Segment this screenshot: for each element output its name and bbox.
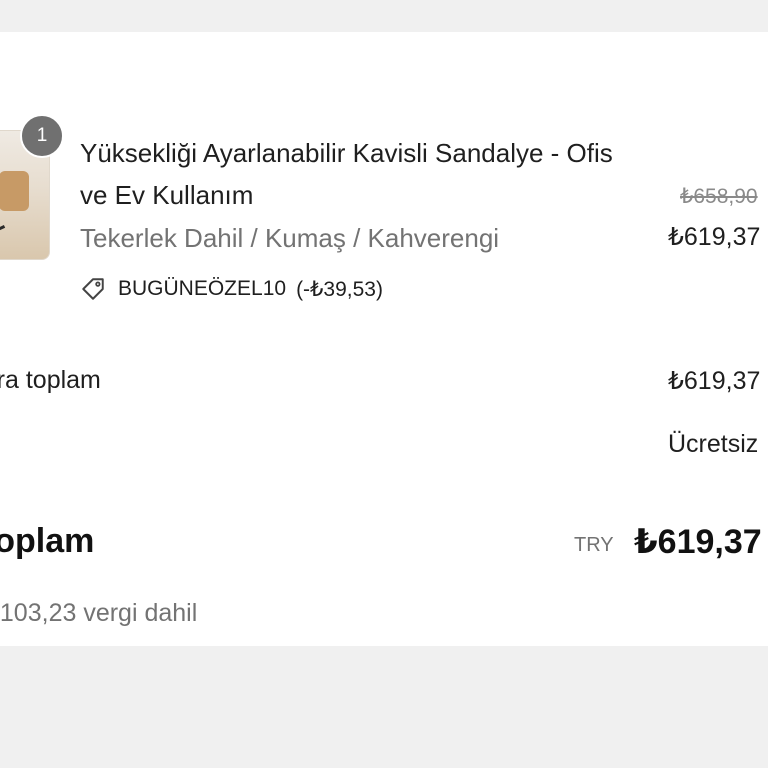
order-summary-panel: 1 Yüksekliği Ayarlanabilir Kavisli Sanda…	[0, 32, 768, 646]
subtotal-label: Ara toplam	[0, 366, 101, 394]
quantity-badge: 1	[20, 114, 64, 158]
subtotal-value: ₺619,37	[668, 367, 761, 395]
shipping-value: Ücretsiz	[668, 430, 759, 458]
total-value: ₺619,37	[634, 523, 762, 561]
tax-note: ₺103,23 vergi dahil	[0, 599, 198, 627]
chair-seat-shape	[0, 171, 29, 211]
product-variant: Tekerlek Dahil / Kumaş / Kahverengi	[80, 223, 500, 253]
discount-amount: (-₺39,53)	[296, 277, 383, 301]
line-item-price: ₺619,37	[668, 223, 761, 251]
total-label: Toplam	[0, 522, 95, 560]
tag-icon	[82, 278, 104, 300]
currency-code: TRY	[574, 534, 614, 556]
original-price: ₺658,90	[680, 185, 758, 208]
chair-base-shape	[0, 225, 6, 232]
discount-code: BUGÜNEÖZEL10	[118, 277, 287, 300]
discount-code-row: BUGÜNEÖZEL10 (-₺39,53)	[80, 272, 383, 306]
product-title: Yüksekliği Ayarlanabilir Kavisli Sandaly…	[80, 138, 613, 210]
